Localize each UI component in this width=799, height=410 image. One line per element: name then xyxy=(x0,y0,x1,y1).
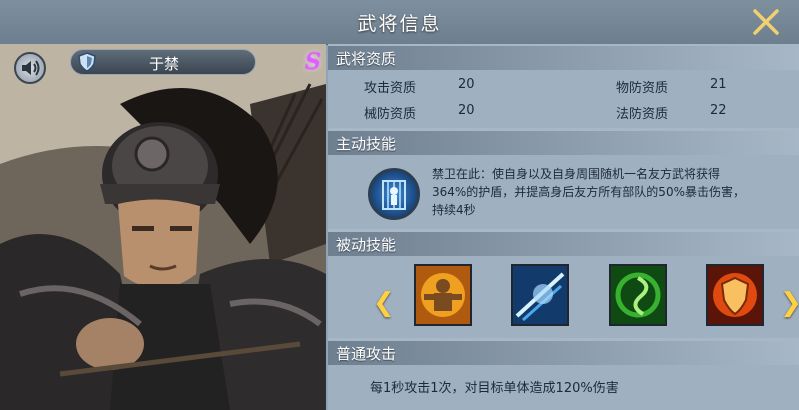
aptitude-label: 物防资质 xyxy=(616,81,669,96)
normal-attack-section-title: 普通攻击 xyxy=(336,345,397,363)
hero-info-window: 武将信息 于禁 S 武将资质 攻击资质 20 物防资质 21 械防资质 20 法… xyxy=(0,0,799,410)
ice-slash-skill-icon[interactable] xyxy=(511,264,569,326)
aptitude-label: 法防资质 xyxy=(616,107,669,122)
strength-fire-skill-icon[interactable] xyxy=(414,264,472,326)
active-skill-line: 持续4秒 xyxy=(432,203,476,217)
aptitude-section-title: 武将资质 xyxy=(336,50,397,68)
passive-skill-section-header: 被动技能 xyxy=(328,232,799,256)
aptitude-section-header: 武将资质 xyxy=(328,46,799,70)
aptitude-label: 攻击资质 xyxy=(364,81,417,96)
active-skill-description: 禁卫在此：使自身以及自身周围随机一名友方武将获得 364%的护盾，并提高身后友方… xyxy=(432,165,782,219)
hero-portrait: 于禁 S xyxy=(0,44,326,410)
hero-artwork xyxy=(0,44,326,410)
normal-attack-description: 每1秒攻击1次，对目标单体造成120%伤害 xyxy=(370,381,619,396)
chevron-right-icon[interactable]: ❯ xyxy=(780,288,799,318)
aptitude-value: 20 xyxy=(458,103,475,118)
green-swirl-skill-icon[interactable] xyxy=(609,264,667,326)
aptitude-label: 械防资质 xyxy=(364,107,417,122)
rank-badge: S xyxy=(305,49,321,75)
fire-shield-skill-icon[interactable] xyxy=(706,264,764,326)
title-bar: 武将信息 xyxy=(0,0,799,45)
aptitude-value: 22 xyxy=(710,103,727,118)
active-skill-section-title: 主动技能 xyxy=(336,135,397,153)
active-skill-line: 364%的护盾，并提高身后友方所有部队的50%暴击伤害， xyxy=(432,185,745,199)
normal-attack-section-header: 普通攻击 xyxy=(328,341,799,365)
close-icon[interactable] xyxy=(748,4,784,40)
hero-name: 于禁 xyxy=(148,55,179,73)
active-skill-section-header: 主动技能 xyxy=(328,131,799,155)
active-skill-line: 禁卫在此：使自身以及自身周围随机一名友方武将获得 xyxy=(432,167,721,181)
window-title: 武将信息 xyxy=(357,13,442,35)
aptitude-value: 21 xyxy=(710,77,727,92)
chevron-left-icon[interactable]: ❮ xyxy=(373,288,395,318)
speaker-icon[interactable] xyxy=(14,52,46,84)
hero-name-plate: 于禁 S xyxy=(70,49,321,75)
passive-skill-section-title: 被动技能 xyxy=(336,236,397,254)
shield-guard-skill-icon[interactable] xyxy=(368,168,420,220)
aptitude-value: 20 xyxy=(458,77,475,92)
